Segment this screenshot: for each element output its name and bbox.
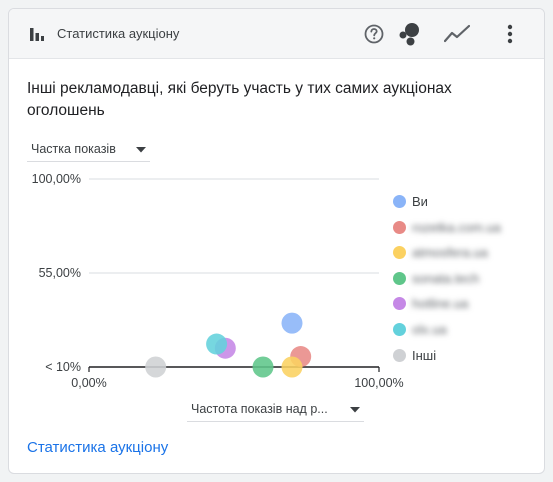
legend-label: sonata.tech [412,270,480,286]
legend-item[interactable]: sonata.tech [393,269,533,289]
legend-item[interactable]: atmosfera.ua [393,243,533,263]
card-title: Статистика аукціону [57,26,180,41]
bubble-chart-icon [399,23,419,46]
help-icon [364,24,384,44]
x-tick-label: 100,00% [354,376,403,390]
dropdown-arrow-icon [350,407,360,413]
legend-label: olx.ua [412,322,447,337]
legend-item[interactable]: Ви [393,192,533,212]
legend-item[interactable]: Інші [393,346,533,366]
legend-swatch [393,348,406,362]
card-subtitle: Інші рекламодавці, які беруть участь у т… [27,80,452,119]
help-button[interactable] [360,20,388,48]
legend-swatch [393,323,406,336]
data-point [281,356,303,378]
dropdown-arrow-icon [136,147,146,153]
legend-label: rozetka.com.ua [412,219,501,235]
legend-label: atmosfera.ua [412,245,488,261]
x-metric-dropdown[interactable]: Частота показів над р... [187,400,364,422]
legend-swatch [393,195,406,208]
legend-label: Ви [412,194,428,209]
y-tick-label: 100,00% [32,172,81,186]
data-point [145,356,167,378]
legend-swatch [393,271,406,285]
x-metric-label: Частота показів над р... [191,402,328,416]
x-tick-label: 0,00% [71,376,106,390]
data-point [252,356,274,378]
y-tick-label: < 10% [45,360,81,374]
card-header: Статистика аукціону [9,9,544,59]
legend-item[interactable]: rozetka.com.ua [393,218,533,238]
trend-line-button[interactable] [443,20,471,48]
more-vert-icon [507,24,513,44]
legend-label: hotline.ua [412,296,469,312]
legend-item[interactable]: hotline.ua [393,294,533,314]
data-point [206,333,228,355]
y-metric-label: Частка показів [31,142,116,156]
trend-line-icon [444,24,470,43]
data-point [281,312,303,334]
legend-swatch [393,297,406,311]
legend-swatch [393,220,406,234]
y-metric-dropdown[interactable]: Частка показів [27,140,150,162]
legend-label: Інші [412,347,437,363]
legend-item[interactable]: olx.ua [393,320,533,340]
bubble-chart-button[interactable] [395,20,423,48]
y-tick-label: 55,00% [39,266,81,280]
more-options-button[interactable] [496,20,524,48]
auction-insights-card: Статистика аукціону Інші рекламодавці, я… [8,8,545,474]
auction-insights-link[interactable]: Статистика аукціону [27,439,168,456]
legend-swatch [393,246,406,260]
bar-chart-icon [30,28,44,41]
